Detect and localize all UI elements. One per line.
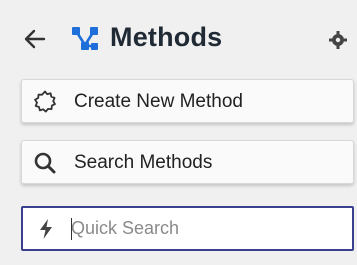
panel-header: Methods: [0, 0, 357, 78]
text-cursor: [71, 218, 72, 240]
gear-outline-icon: [32, 89, 58, 115]
back-button[interactable]: [22, 26, 48, 52]
search-methods-label: Search Methods: [74, 152, 213, 173]
quick-search-input[interactable]: [71, 214, 341, 242]
search-methods-button[interactable]: Search Methods: [21, 140, 354, 184]
create-new-method-label: Create New Method: [74, 91, 243, 112]
page-title: Methods: [110, 22, 223, 52]
methods-logo-icon: [70, 25, 100, 53]
methods-panel: Methods Create New Method Search Methods…: [0, 0, 357, 265]
settings-icon: [329, 31, 347, 49]
settings-button[interactable]: [326, 28, 350, 52]
search-icon: [32, 150, 58, 176]
create-new-method-button[interactable]: Create New Method: [21, 79, 354, 123]
arrow-left-icon: [24, 29, 46, 49]
lightning-icon: [36, 218, 56, 240]
quick-search-field[interactable]: [21, 206, 354, 251]
